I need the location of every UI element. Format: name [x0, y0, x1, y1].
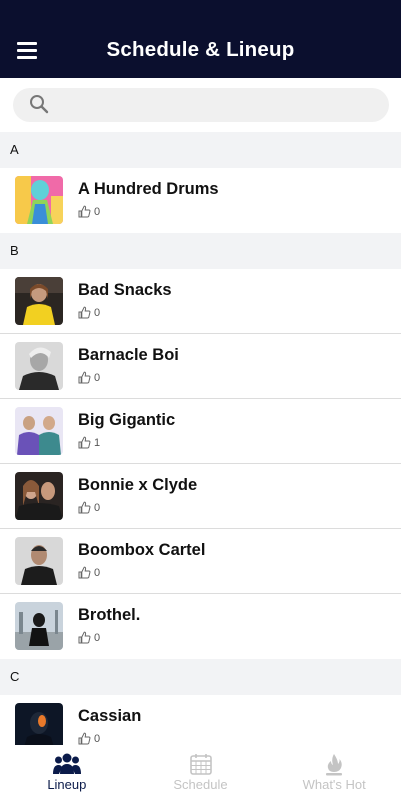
calendar-icon	[189, 754, 212, 775]
artist-name: Cassian	[78, 707, 142, 725]
thumbs-up-icon	[78, 566, 91, 579]
like-count[interactable]: 0	[78, 566, 100, 579]
artist-name: Brothel.	[78, 606, 141, 624]
artist-list[interactable]: A A Hundred Drums 0 B Bad Snacks 0 Barna…	[0, 132, 401, 745]
artist-row[interactable]: Big Gigantic 1	[0, 399, 401, 464]
artist-row[interactable]: Boombox Cartel 0	[0, 529, 401, 594]
thumbs-up-icon	[78, 501, 91, 514]
tab-schedule-label: Schedule	[173, 777, 228, 792]
search-bar	[0, 78, 401, 132]
artist-avatar	[15, 342, 63, 390]
like-count[interactable]: 0	[78, 306, 100, 319]
artist-name: Barnacle Boi	[78, 346, 179, 364]
artist-name: A Hundred Drums	[78, 180, 219, 198]
thumbs-up-icon	[78, 436, 91, 449]
artist-name: Bonnie x Clyde	[78, 476, 198, 494]
like-count[interactable]: 0	[78, 371, 100, 384]
like-count[interactable]: 1	[78, 436, 100, 449]
tab-whats-hot[interactable]: What's Hot	[267, 745, 401, 800]
tab-lineup-label: Lineup	[47, 777, 87, 792]
page-title: Schedule & Lineup	[106, 38, 295, 61]
artist-name: Bad Snacks	[78, 281, 172, 299]
tab-whats-hot-label: What's Hot	[302, 777, 366, 792]
thumbs-up-icon	[78, 205, 91, 218]
artist-row[interactable]: Brothel. 0	[0, 594, 401, 659]
thumbs-up-icon	[78, 371, 91, 384]
top-app-bar: Schedule & Lineup	[0, 0, 401, 78]
artist-row[interactable]: Cassian 0	[0, 695, 401, 745]
app-screen: Schedule & Lineup A A Hundred Drums 0 B …	[0, 0, 401, 800]
artist-row[interactable]: A Hundred Drums 0	[0, 168, 401, 233]
artist-avatar	[15, 537, 63, 585]
artist-row[interactable]: Bad Snacks 0	[0, 269, 401, 334]
thumbs-up-icon	[78, 306, 91, 319]
users-icon	[52, 753, 81, 774]
like-count-value: 0	[94, 306, 101, 319]
like-count-value: 0	[94, 566, 101, 579]
artist-avatar	[15, 602, 63, 650]
artist-row[interactable]: Barnacle Boi 0	[0, 334, 401, 399]
like-count-value: 0	[94, 732, 101, 745]
section-header-c: C	[0, 659, 401, 695]
like-count-value: 0	[94, 371, 101, 384]
flame-icon	[326, 754, 343, 776]
like-count[interactable]: 0	[78, 501, 100, 514]
artist-name: Big Gigantic	[78, 411, 176, 429]
tab-schedule[interactable]: Schedule	[134, 745, 268, 800]
section-header-b: B	[0, 233, 401, 269]
section-header-a: A	[0, 132, 401, 168]
artist-avatar	[15, 407, 63, 455]
artist-avatar	[15, 277, 63, 325]
thumbs-up-icon	[78, 732, 91, 745]
artist-avatar	[15, 176, 63, 224]
search-input[interactable]	[13, 88, 389, 122]
artist-name: Boombox Cartel	[78, 541, 206, 559]
bottom-tab-bar: Lineup Schedule What's Hot	[0, 745, 401, 800]
like-count-value: 0	[94, 501, 101, 514]
artist-avatar	[15, 472, 63, 520]
like-count[interactable]: 0	[78, 631, 100, 644]
thumbs-up-icon	[78, 631, 91, 644]
like-count-value: 0	[94, 205, 101, 218]
artist-avatar	[15, 703, 63, 745]
tab-lineup[interactable]: Lineup	[0, 745, 134, 800]
like-count-value: 0	[94, 631, 101, 644]
like-count[interactable]: 0	[78, 205, 100, 218]
artist-row[interactable]: Bonnie x Clyde 0	[0, 464, 401, 529]
like-count[interactable]: 0	[78, 732, 100, 745]
like-count-value: 1	[94, 436, 101, 449]
